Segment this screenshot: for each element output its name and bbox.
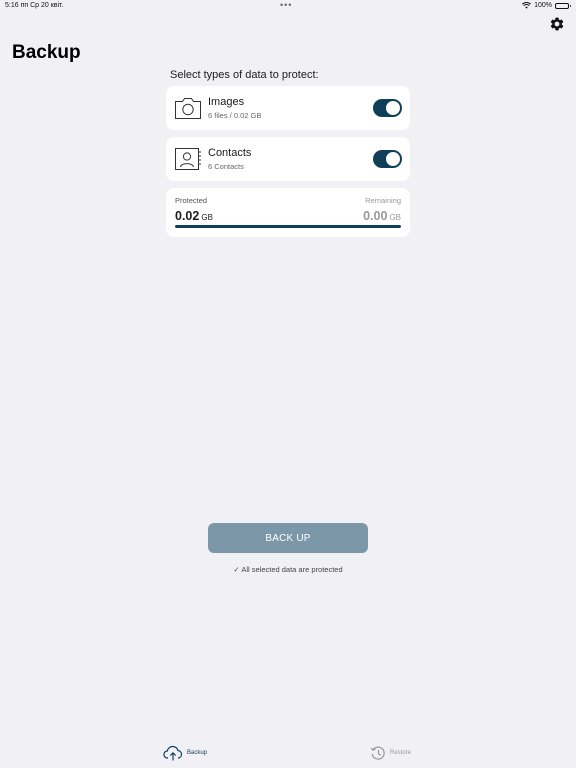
storage-usage-card: Protected Remaining 0.02 GB 0.00 GB (166, 188, 410, 237)
tab-backup-label: Backup (187, 750, 208, 756)
back-up-button[interactable]: BACK UP (208, 523, 368, 553)
images-title: Images (208, 96, 245, 108)
cloud-upload-icon (163, 745, 183, 761)
protected-unit: GB (201, 213, 213, 222)
protected-value: 0.02 GB (175, 207, 213, 225)
protected-label: Protected (175, 196, 208, 205)
contacts-subtitle: 6 Contacts (208, 162, 244, 171)
status-right: 100% (522, 2, 571, 9)
page-title: Backup (12, 42, 81, 63)
images-item-card: Images 6 files / 0.02 GB (166, 86, 410, 130)
remaining-unit: GB (389, 213, 401, 222)
tab-restore[interactable]: Restore (370, 745, 411, 761)
usage-progress-bar (175, 225, 401, 228)
contacts-item-card: Contacts 6 Contacts (166, 137, 410, 181)
protection-status-text: ✓ All selected data are protected (233, 565, 343, 574)
remaining-amount: 0.00 (363, 209, 388, 223)
settings-button[interactable] (549, 16, 565, 32)
wifi-icon (522, 2, 532, 9)
images-toggle[interactable] (373, 99, 402, 117)
tab-restore-label: Restore (390, 750, 412, 756)
gear-icon (550, 17, 564, 31)
section-title: Select types of data to protect: (170, 69, 319, 81)
protected-amount: 0.02 (175, 209, 200, 223)
status-time-date: 5:16 пп Ср 20 квіт. (5, 2, 64, 9)
tab-backup[interactable]: Backup (163, 745, 207, 761)
toggle-knob (386, 152, 400, 166)
remaining-label: Remaining (365, 196, 401, 205)
contacts-title: Contacts (208, 147, 252, 159)
history-icon (370, 746, 385, 760)
multitasking-dots[interactable]: ••• (280, 0, 292, 10)
status-bar: 5:16 пп Ср 20 квіт. ••• 100% (0, 0, 576, 12)
battery-icon (555, 2, 571, 9)
remaining-value: 0.00 GB (363, 207, 401, 225)
toggle-knob (386, 101, 400, 115)
tab-bar: Backup Restore (0, 740, 576, 768)
images-subtitle: 6 files / 0.02 GB (208, 111, 262, 120)
contacts-toggle[interactable] (373, 150, 402, 168)
contacts-icon (175, 148, 201, 170)
battery-percent: 100% (534, 2, 552, 9)
camera-icon (175, 98, 201, 119)
usage-progress-fill (175, 225, 401, 228)
